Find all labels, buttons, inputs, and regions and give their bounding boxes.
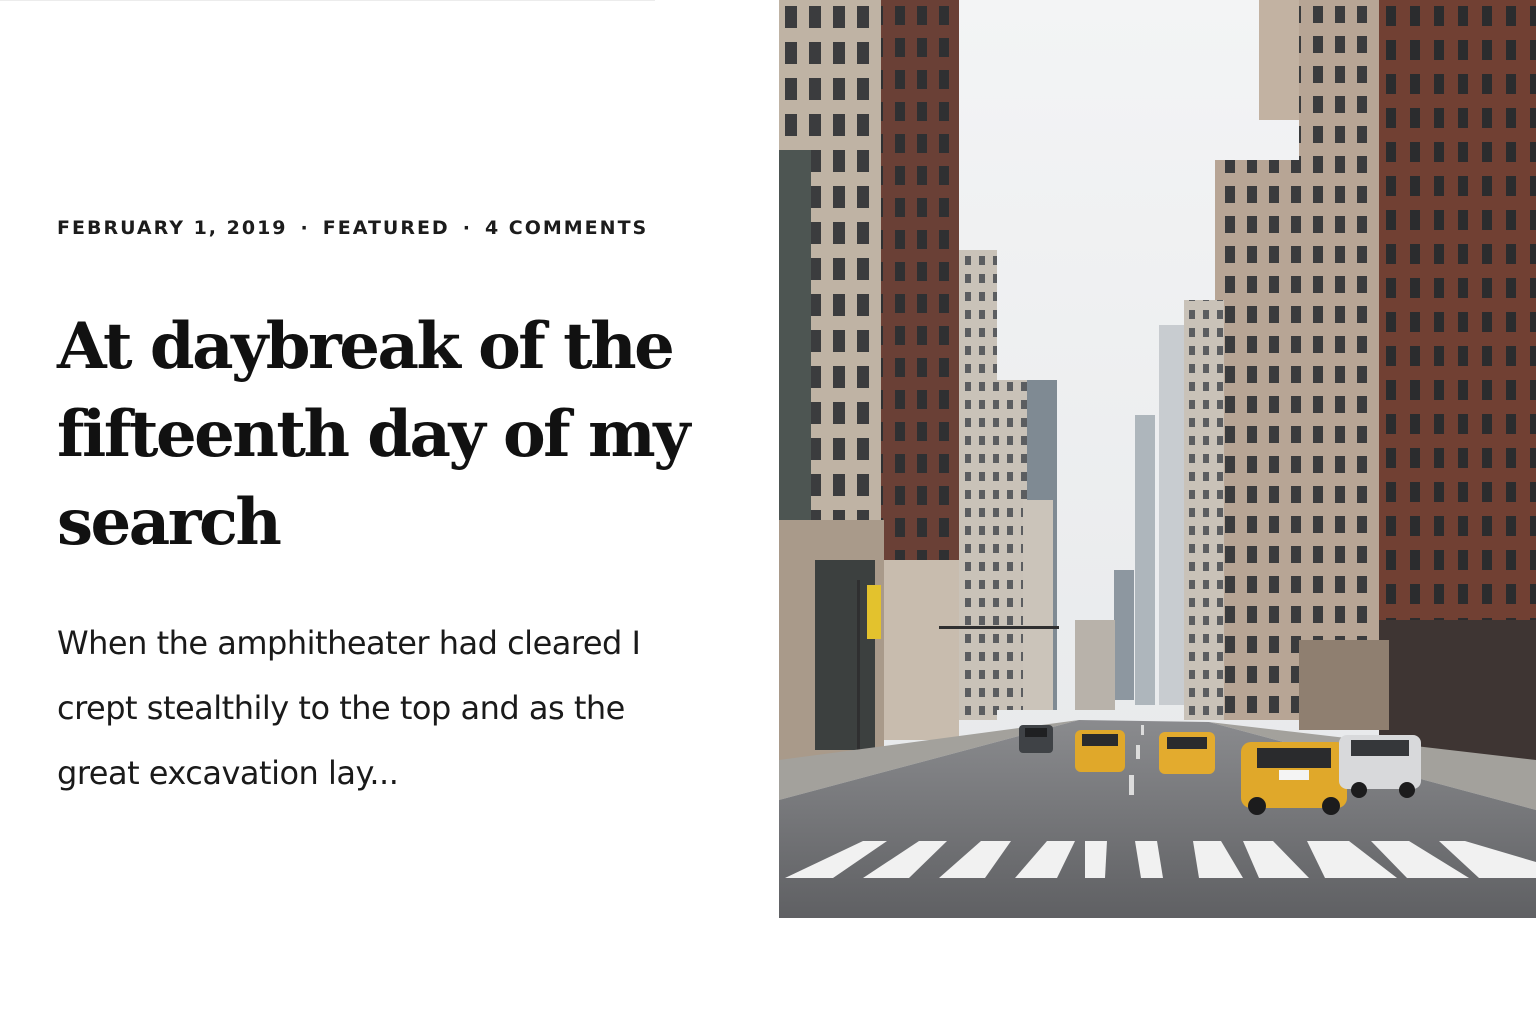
post-excerpt: When the amphitheater had cleared I crep… <box>57 624 641 792</box>
post-meta: FEBRUARY 1, 2019 · FEATURED · 4 COMMENTS <box>57 217 648 239</box>
post-title-link[interactable]: At daybreak of the fifteenth day of my s… <box>57 309 690 560</box>
featured-post: FEBRUARY 1, 2019 · FEATURED · 4 COMMENTS At … <box>57 0 737 1024</box>
meta-separator: · <box>462 217 472 239</box>
post-comments-link[interactable]: 4 COMMENTS <box>485 217 648 239</box>
post-date-link[interactable]: FEBRUARY 1, 2019 <box>57 217 288 239</box>
post-title: At daybreak of the fifteenth day of my s… <box>57 303 697 567</box>
meta-separator: · <box>300 217 310 239</box>
featured-image <box>779 0 1536 918</box>
post-category-link[interactable]: FEATURED <box>323 217 450 239</box>
featured-image-link[interactable] <box>779 0 1536 918</box>
